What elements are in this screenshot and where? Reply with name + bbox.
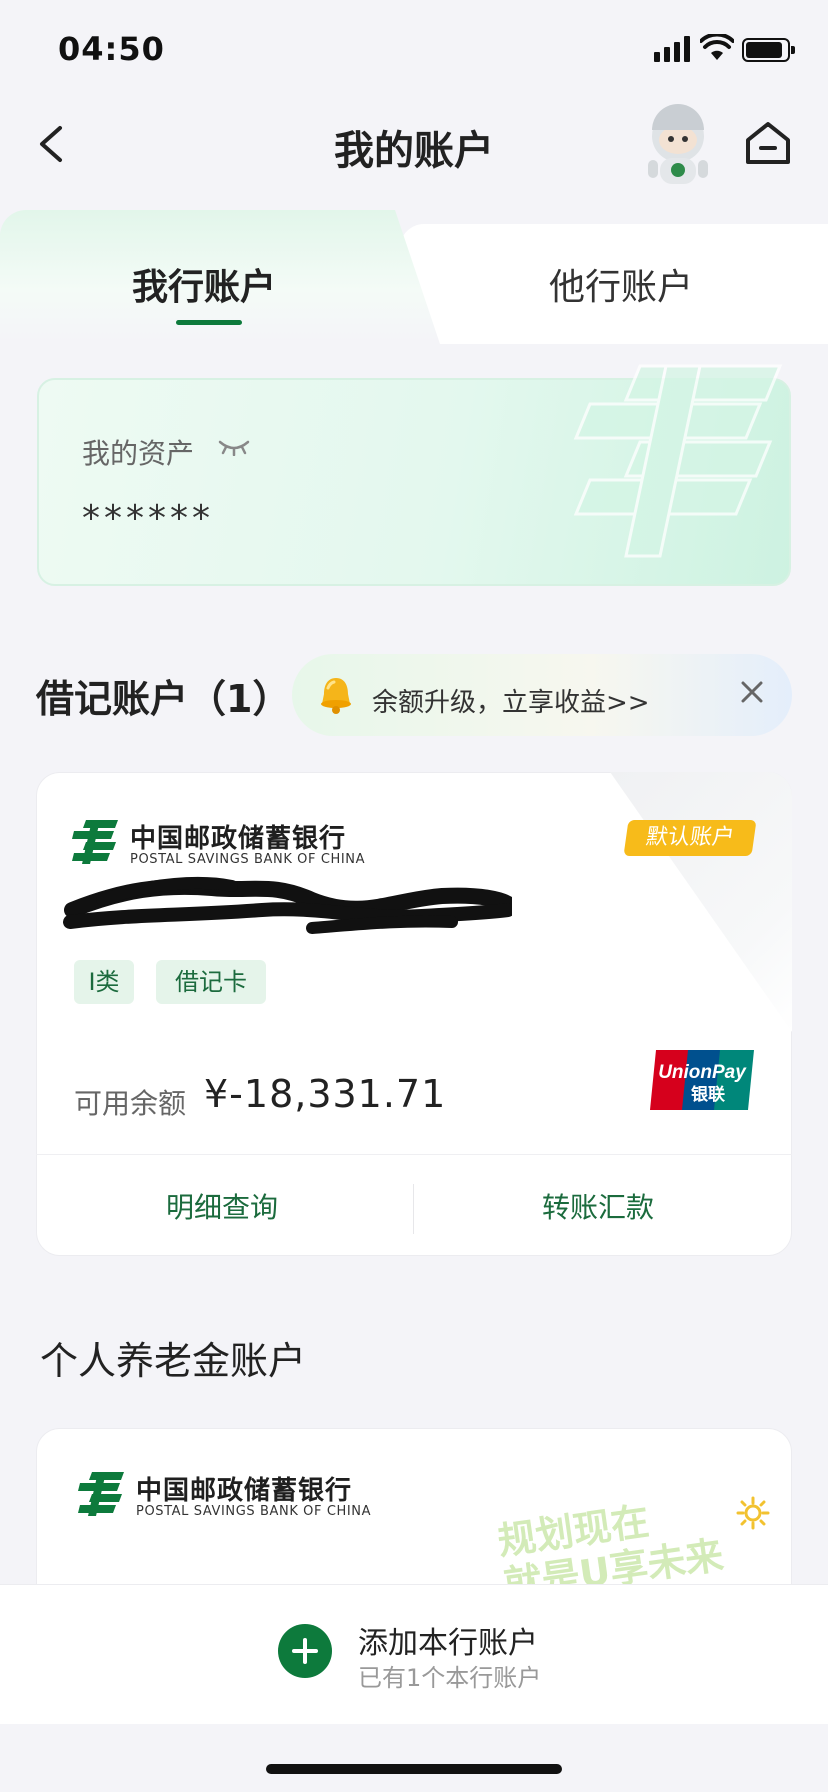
add-account-button[interactable]: [278, 1624, 332, 1678]
postal-bank-logo-icon: [78, 1472, 124, 1516]
assets-hidden-value: ******: [82, 498, 214, 539]
pension-section-title: 个人养老金账户: [40, 1339, 307, 1383]
transfer-button[interactable]: 转账汇款: [542, 1186, 654, 1226]
promo-text[interactable]: 余额升级，立享收益>>: [372, 682, 650, 719]
cellular-signal-icon: [654, 36, 690, 62]
sun-icon: [736, 1496, 770, 1530]
active-tab-indicator: [176, 320, 242, 325]
debit-section-title: 借记账户（1）: [36, 677, 291, 721]
robot-assistant-avatar[interactable]: [638, 104, 718, 188]
pension-bank-name-chinese: 中国邮政储蓄银行: [136, 1476, 353, 1506]
eye-closed-icon[interactable]: [218, 438, 250, 456]
svg-text:银联: 银联: [691, 1084, 725, 1105]
transaction-details-button[interactable]: 明细查询: [166, 1186, 278, 1226]
redacted-card-number: [63, 876, 512, 934]
pension-bank-name-english: POSTAL SAVINGS BANK OF CHINA: [136, 1504, 372, 1519]
home-icon[interactable]: [742, 118, 794, 170]
default-account-badge: 默认账户: [623, 820, 757, 856]
balance-label: 可用余额: [74, 1087, 187, 1120]
bell-icon: [321, 678, 351, 714]
balance-value: ¥-18,331.71: [204, 1072, 447, 1116]
tab-other-bank-accounts[interactable]: 他行账户: [549, 258, 693, 310]
card-divider: [36, 1154, 792, 1155]
postal-logo-watermark: [573, 364, 783, 558]
home-indicator: [266, 1764, 562, 1774]
postal-bank-logo-icon: [72, 820, 118, 864]
action-divider: [413, 1184, 414, 1234]
add-account-subtitle: 已有1个本行账户: [358, 1664, 542, 1692]
unionpay-logo: UnionPay 银联: [650, 1050, 754, 1110]
add-account-title[interactable]: 添加本行账户: [358, 1618, 538, 1662]
bank-name-chinese: 中国邮政储蓄银行: [130, 824, 347, 854]
svg-text:UnionPay: UnionPay: [658, 1062, 747, 1083]
assets-label: 我的资产: [82, 437, 195, 470]
close-icon[interactable]: [738, 678, 766, 706]
bank-name-english: POSTAL SAVINGS BANK OF CHINA: [130, 852, 366, 867]
status-time: 04:50: [58, 30, 165, 68]
account-class-tag: I类: [74, 960, 134, 1004]
card-type-tag: 借记卡: [156, 960, 266, 1004]
tab-my-bank-accounts[interactable]: 我行账户: [132, 258, 276, 310]
battery-icon: [742, 38, 795, 62]
wifi-icon: [700, 34, 734, 60]
